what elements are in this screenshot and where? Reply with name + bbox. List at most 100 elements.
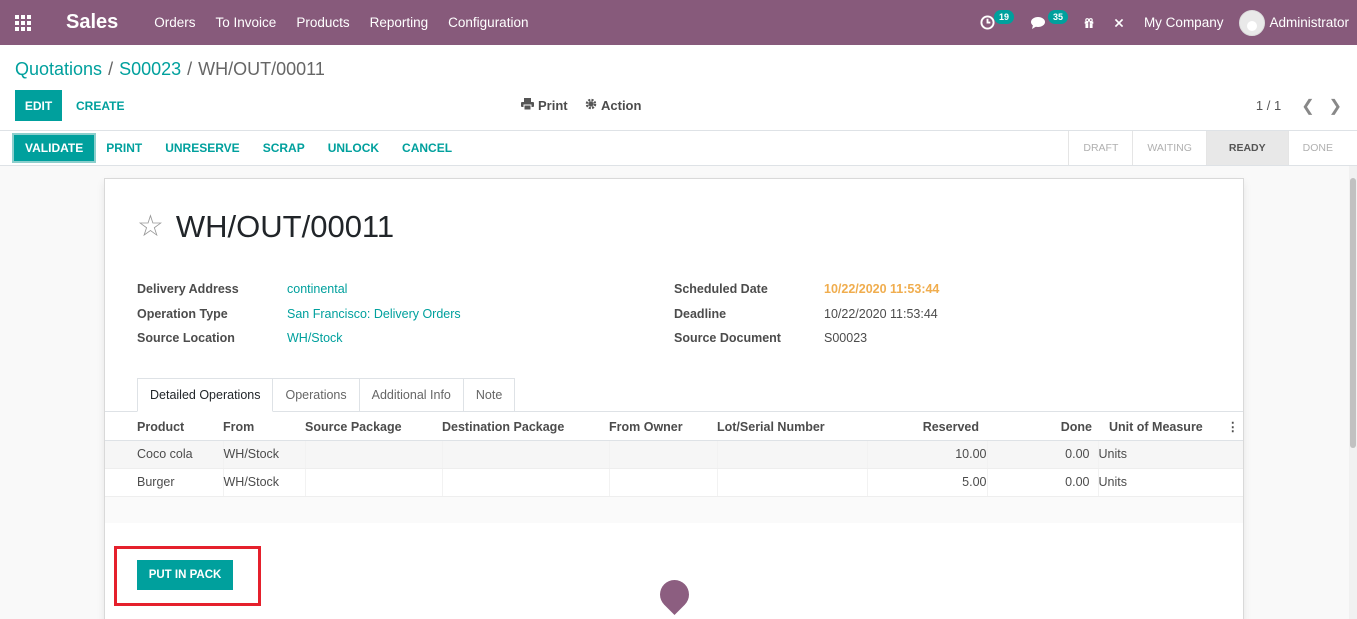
form-sheet: ☆ WH/OUT/00011 Delivery Address continen… xyxy=(104,178,1244,619)
breadcrumb-current: WH/OUT/00011 xyxy=(198,59,325,79)
tab-operations[interactable]: Operations xyxy=(273,378,360,412)
record-title: WH/OUT/00011 xyxy=(175,209,395,244)
detailed-operations-table: Product From Source Package Destination … xyxy=(105,415,1243,497)
validate-button[interactable]: VALIDATE xyxy=(11,133,97,163)
lot-serial-cell[interactable] xyxy=(716,440,867,469)
stage-pipeline: DRAFT WAITING READY DONE xyxy=(1068,131,1357,165)
create-button[interactable]: CREATE xyxy=(76,90,124,121)
print-label: Print xyxy=(538,98,568,113)
column-header[interactable]: Source Package xyxy=(305,415,442,441)
gift-icon[interactable] xyxy=(1074,0,1104,45)
lot-serial-cell[interactable] xyxy=(716,468,867,497)
stage-ready: READY xyxy=(1205,131,1288,165)
column-header[interactable]: Reserved xyxy=(867,415,987,441)
column-header[interactable]: Done xyxy=(987,415,1098,441)
scrap-button[interactable]: SCRAP xyxy=(263,141,305,155)
menu-reporting[interactable]: Reporting xyxy=(360,0,439,45)
source-document-label: Source Document xyxy=(674,331,781,346)
deadline-label: Deadline xyxy=(674,306,727,321)
from-cell[interactable]: WH/Stock xyxy=(222,468,305,497)
column-header[interactable]: Unit of Measure xyxy=(1109,420,1203,434)
source-package-cell[interactable] xyxy=(304,468,442,497)
table-row[interactable]: Coco cola WH/Stock 10.00 0.00 Units xyxy=(105,440,1243,469)
tab-detailed-operations[interactable]: Detailed Operations xyxy=(137,378,274,412)
deadline-value: 10/22/2020 11:53:44 xyxy=(824,306,938,321)
breadcrumb-quotations[interactable]: Quotations xyxy=(15,59,102,79)
uom-cell[interactable]: Units xyxy=(1097,468,1243,497)
print-button[interactable]: PRINT xyxy=(106,141,142,155)
scheduled-date-value: 10/22/2020 11:53:44 xyxy=(824,282,940,297)
stage-done: DONE xyxy=(1287,131,1357,165)
breadcrumb-separator: / xyxy=(108,59,114,79)
message-count-badge: 35 xyxy=(1047,10,1068,24)
printer-icon xyxy=(521,98,534,113)
stage-waiting: WAITING xyxy=(1132,131,1206,165)
operation-type-value[interactable]: San Francisco: Delivery Orders xyxy=(287,307,461,321)
menu-products[interactable]: Products xyxy=(286,0,359,45)
table-row[interactable]: Burger WH/Stock 5.00 0.00 Units xyxy=(105,468,1243,497)
chevron-right-icon[interactable]: ❯ xyxy=(1329,96,1342,116)
source-location-value[interactable]: WH/Stock xyxy=(287,331,343,345)
clock-icon xyxy=(980,15,995,30)
pager-value[interactable]: 1 / 1 xyxy=(1256,98,1281,113)
status-bar: VALIDATE PRINT UNRESERVE SCRAP UNLOCK CA… xyxy=(0,131,1357,166)
action-dropdown[interactable]: Action xyxy=(585,90,641,121)
star-icon[interactable]: ☆ xyxy=(137,212,164,242)
menu-to-invoice[interactable]: To Invoice xyxy=(206,0,287,45)
done-cell[interactable]: 0.00 xyxy=(986,440,1098,469)
product-cell[interactable]: Coco cola xyxy=(105,440,223,469)
column-header[interactable]: Lot/Serial Number xyxy=(717,415,867,441)
reserved-cell[interactable]: 10.00 xyxy=(866,440,987,469)
column-header[interactable]: From xyxy=(223,415,305,441)
table-empty-row xyxy=(105,497,1243,523)
destination-package-cell[interactable] xyxy=(441,468,609,497)
from-owner-cell[interactable] xyxy=(608,440,717,469)
activity-menu[interactable]: 19 xyxy=(970,0,1020,45)
from-owner-cell[interactable] xyxy=(608,468,717,497)
apps-grid-icon[interactable] xyxy=(0,0,46,45)
company-switcher[interactable]: My Company xyxy=(1134,0,1240,45)
tools-icon[interactable] xyxy=(1104,0,1134,45)
unlock-button[interactable]: UNLOCK xyxy=(328,141,379,155)
source-location-label: Source Location xyxy=(137,331,235,346)
optional-columns-icon[interactable]: ⋮ xyxy=(1227,419,1240,434)
source-package-cell[interactable] xyxy=(304,440,442,469)
edit-button[interactable]: EDIT xyxy=(15,90,62,121)
breadcrumb-separator: / xyxy=(187,59,193,79)
delivery-address-value[interactable]: continental xyxy=(287,282,347,296)
avatar xyxy=(1239,9,1266,36)
column-header[interactable]: Destination Package xyxy=(442,415,609,441)
print-dropdown[interactable]: Print xyxy=(521,90,568,121)
user-menu[interactable]: Administrator xyxy=(1239,0,1357,45)
product-cell[interactable]: Burger xyxy=(105,468,223,497)
column-header[interactable]: From Owner xyxy=(609,415,717,441)
breadcrumb-order[interactable]: S00023 xyxy=(119,59,181,79)
destination-package-cell[interactable] xyxy=(441,440,609,469)
done-cell[interactable]: 0.00 xyxy=(986,468,1098,497)
pager: 1 / 1 ❮ ❯ xyxy=(1256,90,1342,121)
chat-icon xyxy=(1030,16,1045,29)
scheduled-date-label: Scheduled Date xyxy=(674,282,768,297)
put-in-pack-button[interactable]: PUT IN PACK xyxy=(137,560,233,590)
uom-cell[interactable]: Units xyxy=(1097,440,1243,469)
app-name[interactable]: Sales xyxy=(66,11,118,34)
user-name: Administrator xyxy=(1269,15,1349,30)
tab-additional-info[interactable]: Additional Info xyxy=(359,378,464,412)
breadcrumb: Quotations / S00023/WH/OUT/00011 xyxy=(15,59,325,80)
vertical-scrollbar[interactable] xyxy=(1349,166,1357,619)
menu-orders[interactable]: Orders xyxy=(144,0,205,45)
unreserve-button[interactable]: UNRESERVE xyxy=(165,141,239,155)
menu-configuration[interactable]: Configuration xyxy=(438,0,538,45)
stage-draft: DRAFT xyxy=(1068,131,1132,165)
tab-note[interactable]: Note xyxy=(463,378,516,412)
chevron-left-icon[interactable]: ❮ xyxy=(1301,96,1314,116)
left-field-group: Delivery Address continental Operation T… xyxy=(137,277,461,351)
right-field-group: Scheduled Date 10/22/2020 11:53:44 Deadl… xyxy=(674,277,939,351)
from-cell[interactable]: WH/Stock xyxy=(222,440,305,469)
messaging-menu[interactable]: 35 xyxy=(1020,0,1074,45)
action-label: Action xyxy=(601,98,642,113)
cancel-button[interactable]: CANCEL xyxy=(402,141,452,155)
reserved-cell[interactable]: 5.00 xyxy=(866,468,987,497)
column-header[interactable]: Product xyxy=(105,415,223,441)
notebook-tabs: Detailed Operations Operations Additiona… xyxy=(137,378,516,412)
